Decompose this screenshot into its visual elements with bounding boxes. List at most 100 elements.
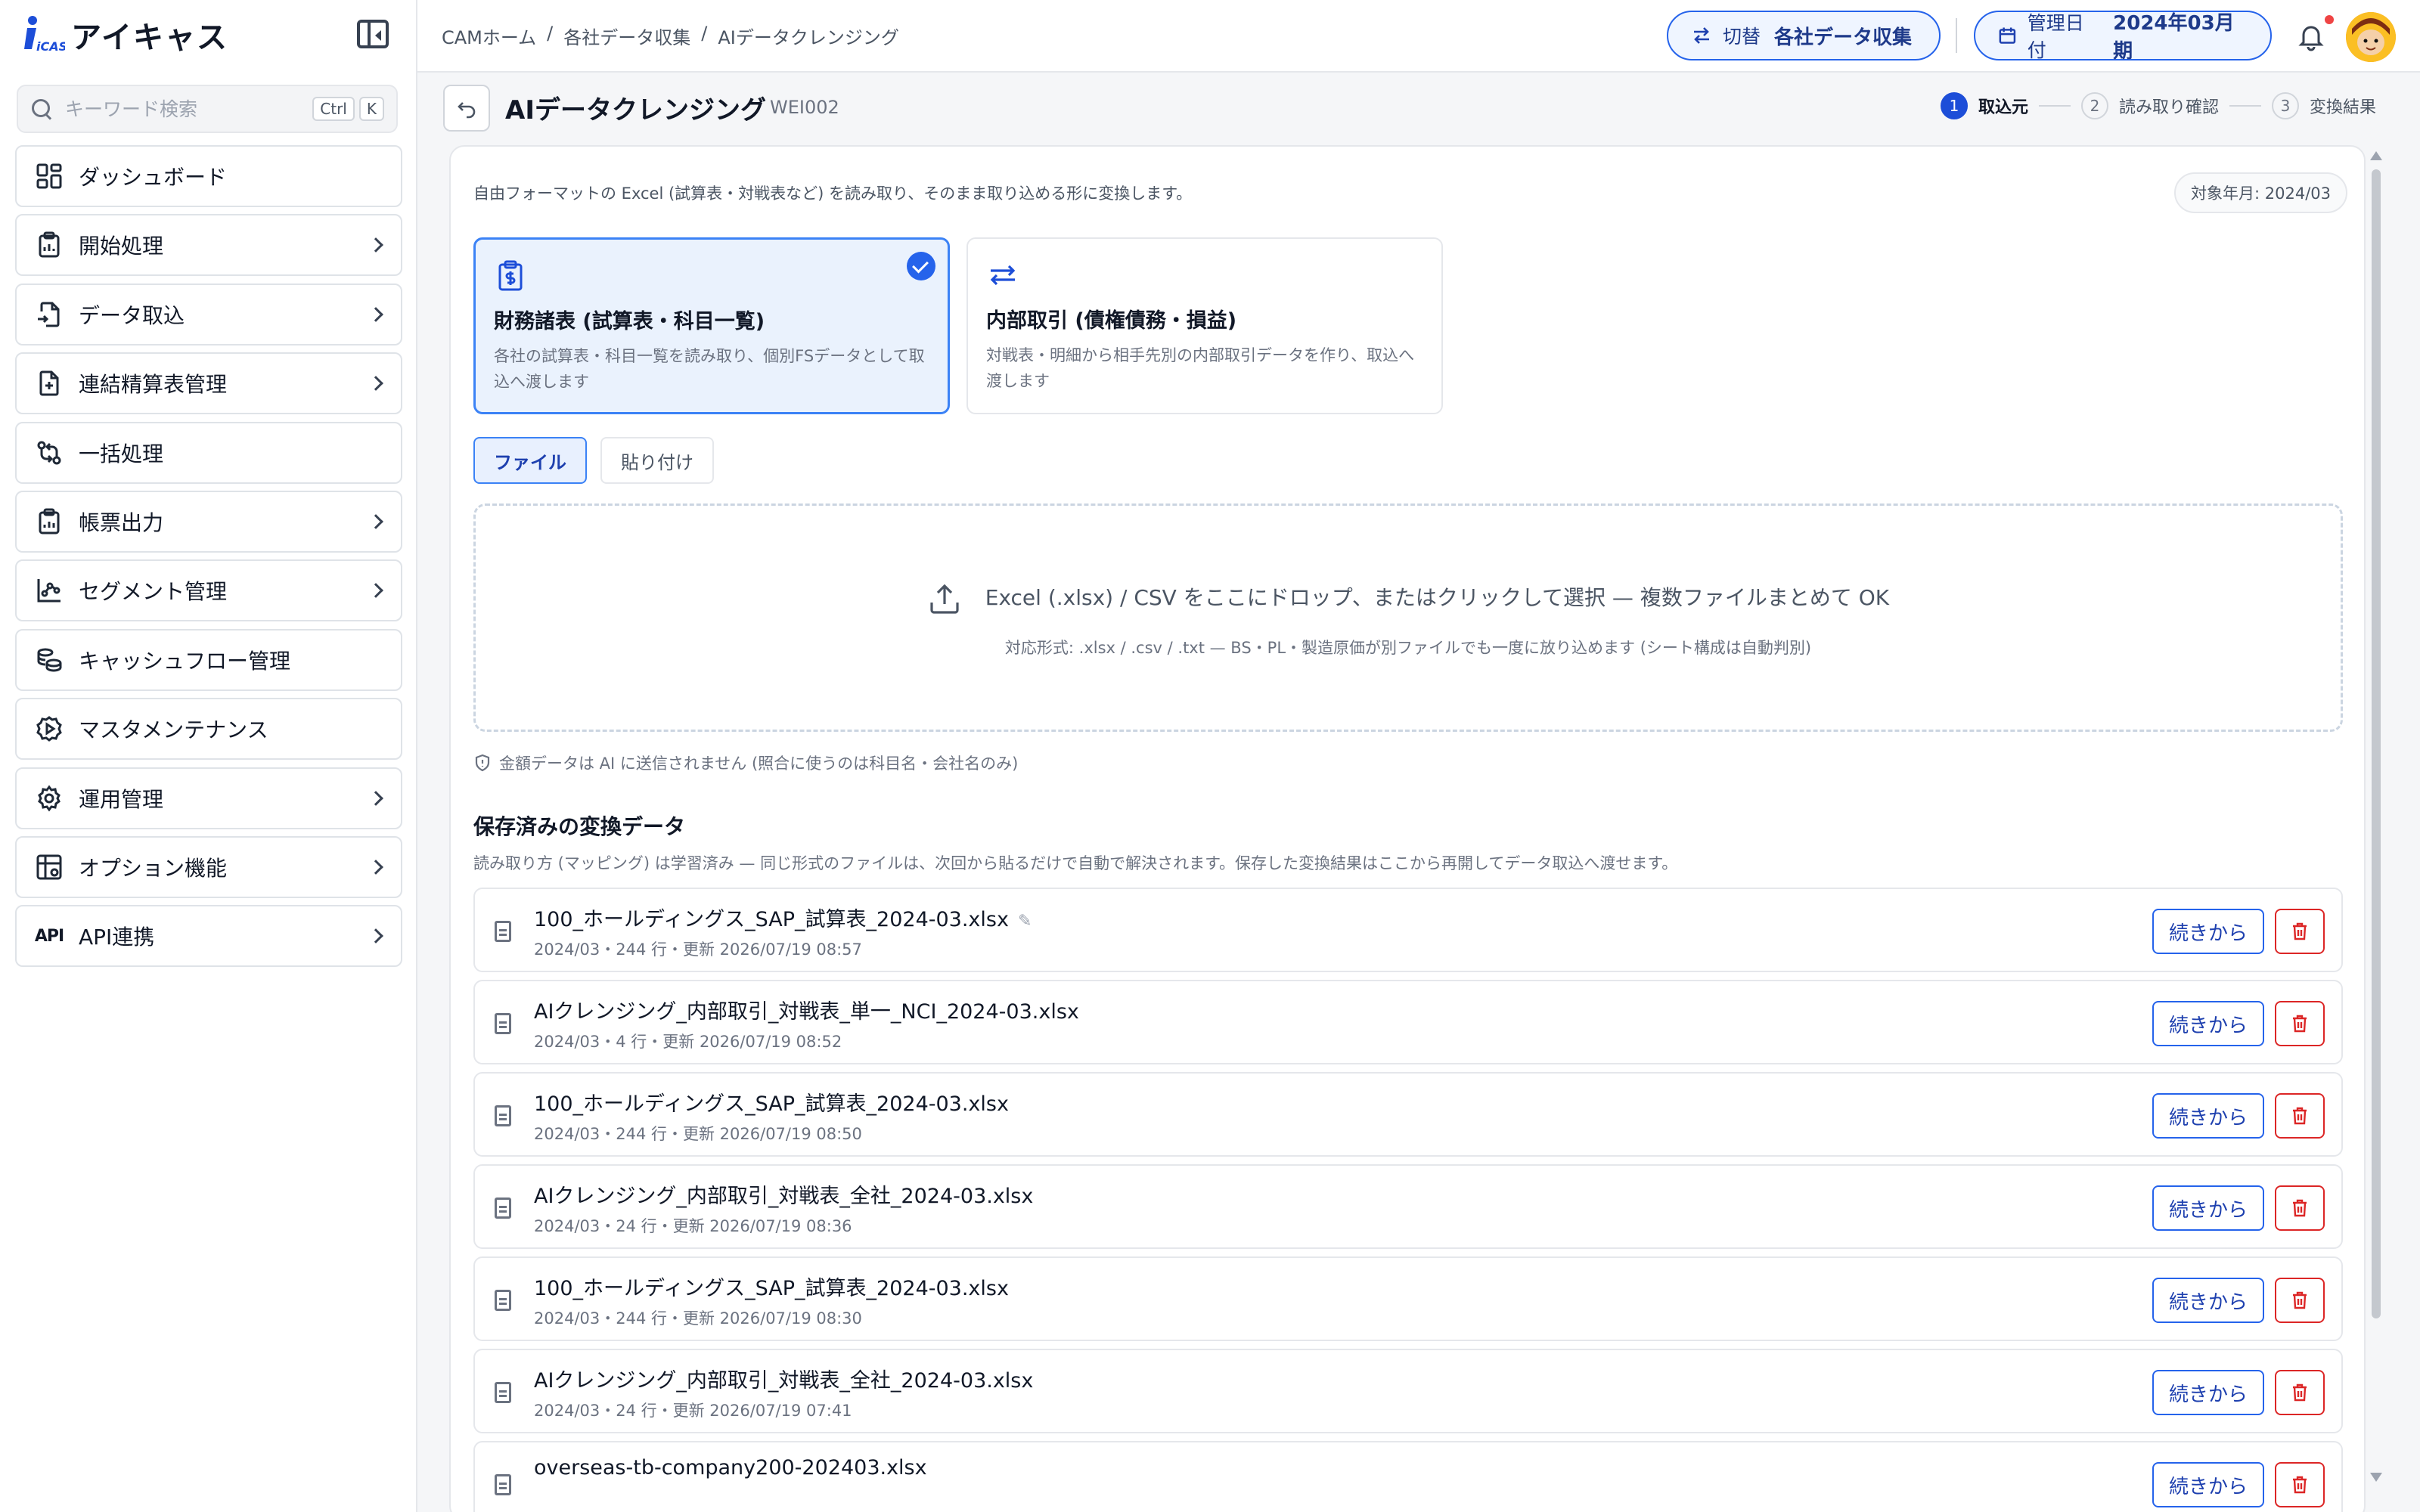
delete-button[interactable] [2275,1278,2325,1323]
api-icon: API [34,926,64,946]
chevron-right-icon [368,306,383,322]
sidebar-item-operations[interactable]: 運用管理 [15,767,402,829]
sidebar-collapse-button[interactable] [357,20,389,48]
pencil-icon[interactable]: ✎ [1018,912,1032,931]
file-dropzone[interactable]: Excel (.xlsx) / CSV をここにドロップ、またはクリックして選択… [473,503,2343,732]
coins-icon [35,646,64,674]
user-avatar[interactable] [2346,12,2396,62]
search-input[interactable] [65,98,309,120]
breadcrumb-data-collection[interactable]: 各社データ収集 [563,23,690,49]
back-button[interactable] [443,85,490,132]
file-text-icon [495,921,511,942]
file-text-icon [495,1105,511,1126]
continue-button[interactable]: 続きから [2152,1185,2264,1231]
file-text-icon [495,1013,511,1034]
file-text-icon [495,1198,511,1219]
page-description: 自由フォーマットの Excel (試算表・対戦表など) を読み取り、そのまま取り… [473,184,1193,203]
clipboard-icon [35,231,64,259]
file-name: AIクレンジング_内部取引_対戦表_全社_2024-03.xlsx [534,1185,1034,1208]
page-title: AIデータクレンジング [505,95,766,125]
continue-button[interactable]: 続きから [2152,1462,2264,1507]
date-label: 管理日付 [2027,12,2084,61]
sidebar-item-options[interactable]: オプション機能 [15,835,402,898]
step-connector [2229,105,2262,107]
continue-button[interactable]: 続きから [2152,1001,2264,1046]
sidebar-item-data-import[interactable]: データ取込 [15,283,402,345]
option-title: 財務諸表 (試算表・科目一覧) [494,310,765,333]
file-meta: 2024/03・24 行・更新 2026/07/19 08:36 [534,1217,852,1235]
scrollbar-thumb[interactable] [2372,169,2381,1318]
sidebar-item-api[interactable]: API API連携 [15,905,402,968]
sidebar-item-start-process[interactable]: 開始処理 [15,214,402,277]
sidebar-item-segment[interactable]: セグメント管理 [15,559,402,622]
avatar-face-icon [2346,12,2396,62]
chart-icon [35,576,64,605]
gear-play-icon [35,714,64,743]
switch-value: 各社データ収集 [1774,26,1913,49]
continue-button[interactable]: 続きから [2152,909,2264,954]
saved-file-row: AIクレンジング_内部取引_対戦表_全社_2024-03.xlsx 2024/0… [473,1349,2343,1433]
shield-icon [475,754,490,772]
file-name: 100_ホールディングス_SAP_試算表_2024-03.xlsx [534,1092,1009,1116]
option-description: 各社の試算表・科目一覧を読み取り、個別FSデータとして取込へ渡します [494,347,925,391]
main-scrollbar[interactable] [2369,151,2384,1482]
step-2-label: 読み取り確認 [2119,98,2220,117]
file-name: 100_ホールディングス_SAP_試算表_2024-03.xlsx ✎ [534,908,1032,931]
dropzone-main-text: Excel (.xlsx) / CSV をここにドロップ、またはクリックして選択… [985,585,1890,610]
file-text-icon [495,1382,511,1403]
page-code: WEI002 [770,97,839,118]
clipboard-dollar-icon [498,260,523,291]
sidebar: iCAS アイキャス Ctrl K ダッシュボード 開始処理 データ取込 [0,0,417,1512]
option-financial-statements[interactable]: 財務諸表 (試算表・科目一覧) 各社の試算表・科目一覧を読み取り、個別FSデータ… [473,237,950,414]
file-meta: 2024/03・24 行・更新 2026/07/19 07:41 [534,1402,852,1420]
search-icon [30,98,53,120]
sidebar-item-dashboard[interactable]: ダッシュボード [15,145,402,207]
delete-button[interactable] [2275,1370,2325,1415]
delete-button[interactable] [2275,909,2325,954]
bell-icon[interactable] [2296,21,2326,51]
delete-button[interactable] [2275,1185,2325,1231]
sidebar-item-label: API連携 [79,925,155,950]
file-text-icon [495,1290,511,1311]
management-date-button[interactable]: 管理日付 2024年03月期 [1974,11,2272,63]
file-name: overseas-tb-company200-202403.xlsx [534,1456,927,1479]
saved-file-list: 100_ホールディングス_SAP_試算表_2024-03.xlsx ✎ 2024/… [473,888,2343,1512]
switch-mode-button[interactable]: 切替 各社データ収集 [1667,11,1941,60]
delete-button[interactable] [2275,1093,2325,1139]
continue-button[interactable]: 続きから [2152,1370,2264,1415]
file-text-icon [495,1474,511,1495]
app-logo[interactable]: iCAS アイキャス [21,11,228,59]
trash-icon [2293,1291,2307,1309]
tab-file[interactable]: ファイル [473,437,587,484]
sidebar-item-label: マスタメンテナンス [79,717,268,743]
sidebar-item-cashflow[interactable]: キャッシュフロー管理 [15,628,402,691]
sidebar-item-label: 運用管理 [79,786,164,812]
sidebar-item-batch[interactable]: 一括処理 [15,421,402,484]
sidebar-item-master[interactable]: マスタメンテナンス [15,698,402,761]
upload-icon [930,584,959,614]
grid-gear-icon [35,853,64,881]
report-icon [35,507,64,536]
tab-paste[interactable]: 貼り付け [600,437,714,484]
breadcrumb-home[interactable]: CAMホーム [442,23,536,49]
trash-icon [2293,1383,2307,1402]
sidebar-item-consolidation[interactable]: 連結精算表管理 [15,352,402,415]
chevron-right-icon [368,237,383,253]
step-3-label: 変換結果 [2310,98,2377,117]
scroll-down-arrow-icon[interactable] [2370,1473,2382,1482]
trash-icon [2293,1199,2307,1217]
delete-button[interactable] [2275,1001,2325,1046]
sidebar-item-label: 一括処理 [79,441,164,466]
search-box[interactable]: Ctrl K [17,85,398,133]
sidebar-item-report-output[interactable]: 帳票出力 [15,490,402,553]
top-bar: CAMホーム / 各社データ収集 / AIデータクレンジング 切替 各社データ収… [417,0,2420,73]
shortcut-ctrl-key: Ctrl [312,97,355,121]
delete-button[interactable] [2275,1462,2325,1507]
step-1-number: 1 [1941,92,1968,119]
continue-button[interactable]: 続きから [2152,1093,2264,1139]
scroll-up-arrow-icon[interactable] [2370,151,2382,160]
step-2-number: 2 [2081,92,2109,119]
continue-button[interactable]: 続きから [2152,1278,2264,1323]
saved-file-row: 100_ホールディングス_SAP_試算表_2024-03.xlsx 2024/0… [473,1072,2343,1157]
option-intercompany[interactable]: 内部取引 (債権債務・損益) 対戦表・明細から相手先別の内部取引データを作り、取… [966,237,1443,414]
